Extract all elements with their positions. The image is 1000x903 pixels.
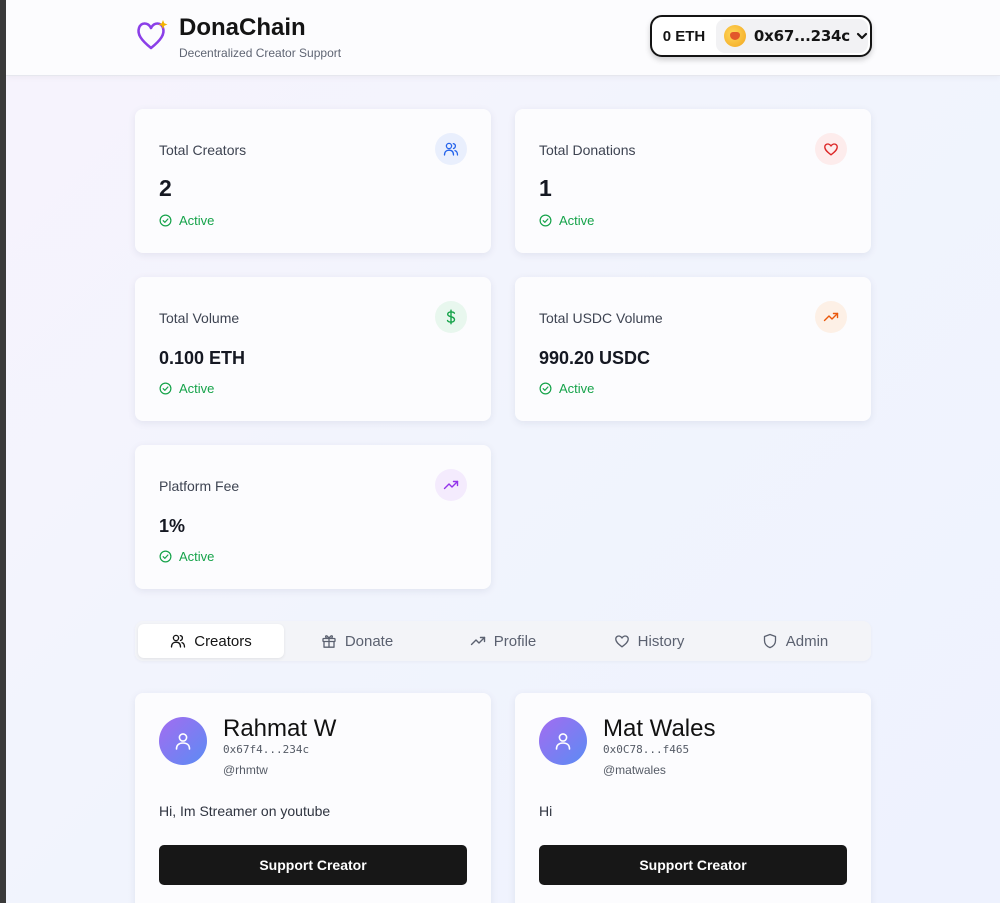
tab-label: Admin — [785, 632, 829, 650]
trending-up-icon — [815, 301, 847, 333]
stat-status-text: Active — [559, 381, 595, 396]
stat-label: Total Donations — [539, 142, 636, 158]
creator-handle: @matwales — [603, 763, 666, 777]
stat-label: Total Volume — [159, 310, 240, 326]
stat-status-text: Active — [179, 549, 215, 564]
user-icon — [175, 733, 191, 750]
creator-address: 0x0C78...f465 — [603, 743, 690, 756]
gift-icon — [322, 635, 336, 648]
heart-icon — [815, 133, 847, 165]
dollar-icon — [435, 301, 467, 333]
stat-card-total-volume: Total Volume 0.100 ETH Active — [135, 277, 491, 421]
trending-up-icon — [470, 636, 485, 646]
trending-up-icon — [435, 469, 467, 501]
main-tabs: Creators Donate Profile History Admin — [135, 621, 871, 661]
creator-handle: @rhmtw — [223, 763, 268, 777]
app-subtitle: Decentralized Creator Support — [179, 46, 342, 60]
tab-creators[interactable]: Creators — [138, 624, 284, 658]
support-creator-button[interactable]: Support Creator — [159, 845, 467, 885]
stat-status: Active — [159, 213, 214, 228]
stat-status: Active — [159, 381, 214, 396]
tab-history[interactable]: History — [576, 624, 722, 658]
tab-label: History — [637, 632, 685, 650]
stat-status: Active — [159, 549, 214, 564]
stat-label: Platform Fee — [159, 478, 240, 494]
wallet-connect-button[interactable]: 0 ETH 0x67...234c — [650, 15, 872, 57]
tab-label: Creators — [194, 632, 252, 650]
creator-bio: Hi, Im Streamer on youtube — [159, 803, 331, 819]
stat-value: 990.20 USDC — [539, 348, 651, 368]
stat-card-platform-fee: Platform Fee 1% Active — [135, 445, 491, 589]
creator-name: Rahmat W — [223, 715, 337, 742]
chevron-down-icon — [856, 32, 868, 40]
account-dropdown[interactable]: 0x67...234c — [715, 19, 868, 53]
app-title: DonaChain — [179, 14, 306, 41]
users-icon — [435, 133, 467, 165]
tab-label: Donate — [344, 632, 394, 650]
heart-sparkle-logo-icon — [137, 20, 168, 50]
app-window: DonaChain Decentralized Creator Support … — [6, 0, 1000, 903]
stat-value: 1 — [539, 175, 552, 201]
stat-label: Total Creators — [159, 142, 247, 158]
creator-bio: Hi — [539, 803, 553, 819]
creator-address: 0x67f4...234c — [223, 743, 310, 756]
shield-icon — [763, 633, 776, 649]
stat-card-total-creators: Total Creators 2 Active — [135, 109, 491, 253]
check-circle-icon — [539, 382, 552, 395]
heart-icon — [614, 635, 629, 648]
check-circle-icon — [159, 214, 172, 227]
stat-status-text: Active — [179, 381, 215, 396]
users-icon — [171, 634, 186, 648]
wallet-balance: 0 ETH — [662, 27, 706, 45]
user-icon — [555, 733, 571, 750]
check-circle-icon — [539, 214, 552, 227]
stat-status: Active — [539, 381, 594, 396]
stat-value: 1% — [159, 516, 186, 536]
stat-value: 2 — [159, 175, 172, 201]
creator-card: Rahmat W 0x67f4...234c @rhmtw Hi, Im Str… — [135, 693, 491, 903]
creator-avatar — [159, 717, 207, 765]
support-creator-button[interactable]: Support Creator — [539, 845, 847, 885]
stat-status: Active — [539, 213, 594, 228]
check-circle-icon — [159, 550, 172, 563]
stat-status-text: Active — [559, 213, 595, 228]
top-navbar: DonaChain Decentralized Creator Support … — [6, 0, 1000, 76]
creator-card: Mat Wales 0x0C78...f465 @matwales Hi Sup… — [515, 693, 871, 903]
tab-label: Profile — [493, 632, 537, 650]
brand[interactable]: DonaChain Decentralized Creator Support — [136, 16, 341, 60]
stat-label: Total USDC Volume — [539, 310, 663, 326]
wallet-address: 0x67...234c — [753, 27, 850, 45]
tab-admin[interactable]: Admin — [722, 624, 868, 658]
stat-value: 0.100 ETH — [159, 348, 246, 368]
creator-name: Mat Wales — [603, 715, 716, 742]
tab-profile[interactable]: Profile — [430, 624, 576, 658]
stat-card-total-donations: Total Donations 1 Active — [515, 109, 871, 253]
stat-card-total-usdc-volume: Total USDC Volume 990.20 USDC Active — [515, 277, 871, 421]
tab-donate[interactable]: Donate — [284, 624, 430, 658]
stat-status-text: Active — [179, 213, 215, 228]
check-circle-icon — [159, 382, 172, 395]
account-avatar — [723, 25, 746, 47]
creator-avatar — [539, 717, 587, 765]
